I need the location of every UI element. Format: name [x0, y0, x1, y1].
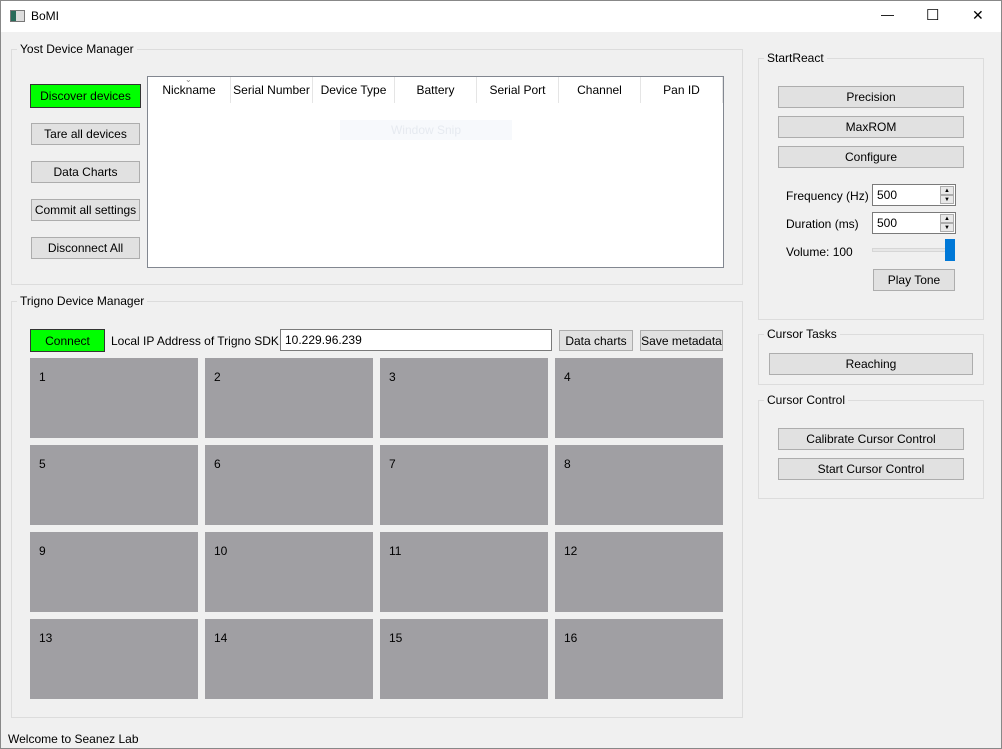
sensor-tile: 2: [205, 358, 373, 438]
spin-down-icon[interactable]: ▼: [940, 223, 954, 232]
maxrom-button[interactable]: MaxROM: [778, 116, 964, 138]
sensor-tile: 8: [555, 445, 723, 525]
status-bar: Welcome to Seanez Lab: [8, 732, 139, 746]
duration-label: Duration (ms): [786, 217, 859, 231]
cursor-control-title: Cursor Control: [764, 393, 849, 407]
device-table[interactable]: ⌄ Nickname Serial Number Device Type Bat…: [147, 75, 724, 268]
minimize-button[interactable]: —: [881, 7, 894, 22]
column-header-channel[interactable]: Channel: [559, 77, 641, 103]
trigno-group-title: Trigno Device Manager: [17, 294, 148, 308]
sensor-tile: 13: [30, 619, 198, 699]
sensor-tile: 11: [380, 532, 548, 612]
frequency-spinbox[interactable]: 500 ▲ ▼: [872, 184, 956, 206]
duration-value: 500: [877, 216, 898, 230]
spin-down-icon[interactable]: ▼: [940, 195, 954, 204]
column-header-pan-id[interactable]: Pan ID: [641, 77, 723, 103]
sensor-tile-label: 12: [564, 544, 578, 558]
tare-all-devices-button[interactable]: Tare all devices: [31, 123, 140, 145]
configure-button[interactable]: Configure: [778, 146, 964, 168]
sensor-tile-label: 13: [39, 631, 53, 645]
sensor-tile-label: 3: [389, 370, 396, 384]
save-metadata-button[interactable]: Save metadata: [640, 330, 723, 351]
commit-all-settings-button[interactable]: Commit all settings: [31, 199, 140, 221]
sensor-tile: 16: [555, 619, 723, 699]
startreact-group-title: StartReact: [764, 51, 827, 65]
reaching-button[interactable]: Reaching: [769, 353, 973, 375]
title-bar: BoMI — ☐ ✕: [1, 1, 1001, 32]
column-header-battery[interactable]: Battery: [395, 77, 477, 103]
duration-spinbox[interactable]: 500 ▲ ▼: [872, 212, 956, 234]
play-tone-button[interactable]: Play Tone: [873, 269, 955, 291]
spin-up-icon[interactable]: ▲: [940, 214, 954, 223]
sensor-tile: 4: [555, 358, 723, 438]
sensor-tile-label: 8: [564, 457, 571, 471]
column-header-serial-number[interactable]: Serial Number: [231, 77, 313, 103]
discover-devices-button[interactable]: Discover devices: [30, 84, 141, 108]
ip-address-input[interactable]: 10.229.96.239: [280, 329, 552, 351]
sensor-tile: 14: [205, 619, 373, 699]
sensor-tile: 12: [555, 532, 723, 612]
sensor-grid: 1 2 3 4 5 6 7 8 9 10 11 12 13 14 15 16: [30, 358, 724, 700]
window-snip-overlay: Window Snip: [340, 120, 512, 140]
trigno-data-charts-button[interactable]: Data charts: [559, 330, 633, 351]
maximize-button[interactable]: ☐: [926, 6, 939, 24]
frequency-label: Frequency (Hz): [786, 189, 869, 203]
sensor-tile-label: 9: [39, 544, 46, 558]
sensor-tile-label: 5: [39, 457, 46, 471]
close-button[interactable]: ✕: [972, 7, 984, 24]
calibrate-cursor-control-button[interactable]: Calibrate Cursor Control: [778, 428, 964, 450]
sensor-tile: 3: [380, 358, 548, 438]
sensor-tile-label: 11: [389, 544, 402, 558]
spin-up-icon[interactable]: ▲: [940, 186, 954, 195]
sensor-tile-label: 2: [214, 370, 221, 384]
yost-group-title: Yost Device Manager: [17, 42, 137, 56]
sensor-tile-label: 4: [564, 370, 571, 384]
sensor-tile-label: 1: [39, 370, 46, 384]
volume-slider-thumb[interactable]: [945, 239, 955, 261]
column-header-nickname[interactable]: Nickname: [148, 77, 231, 103]
precision-button[interactable]: Precision: [778, 86, 964, 108]
ip-address-label: Local IP Address of Trigno SDK:: [111, 334, 283, 348]
sensor-tile: 6: [205, 445, 373, 525]
window-title: BoMI: [31, 9, 60, 23]
column-header-serial-port[interactable]: Serial Port: [477, 77, 559, 103]
sensor-tile: 1: [30, 358, 198, 438]
sensor-tile: 15: [380, 619, 548, 699]
sensor-tile: 5: [30, 445, 198, 525]
volume-label: Volume: 100: [786, 245, 853, 259]
sensor-tile-label: 7: [389, 457, 396, 471]
sensor-tile-label: 15: [389, 631, 403, 645]
connect-button[interactable]: Connect: [30, 329, 105, 352]
start-cursor-control-button[interactable]: Start Cursor Control: [778, 458, 964, 480]
sensor-tile-label: 6: [214, 457, 221, 471]
sensor-tile-label: 10: [214, 544, 228, 558]
sensor-tile: 9: [30, 532, 198, 612]
frequency-value: 500: [877, 188, 898, 202]
disconnect-all-button[interactable]: Disconnect All: [31, 237, 140, 259]
app-icon: [10, 10, 25, 22]
sensor-tile-label: 16: [564, 631, 578, 645]
column-header-device-type[interactable]: Device Type: [313, 77, 395, 103]
sensor-tile: 7: [380, 445, 548, 525]
volume-slider-track[interactable]: [872, 248, 955, 252]
sensor-tile-label: 14: [214, 631, 228, 645]
sensor-tile: 10: [205, 532, 373, 612]
data-charts-button[interactable]: Data Charts: [31, 161, 140, 183]
cursor-tasks-title: Cursor Tasks: [764, 327, 840, 341]
